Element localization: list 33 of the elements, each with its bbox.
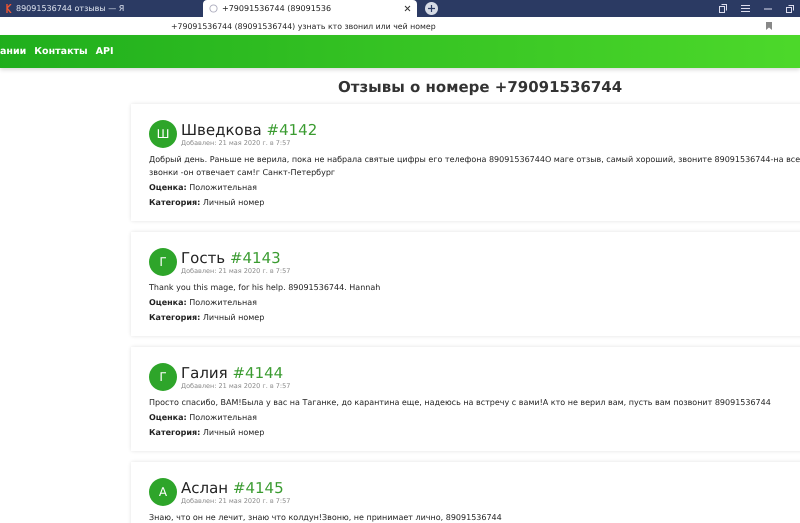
bookmark-icon[interactable] xyxy=(766,22,772,30)
browser-tab[interactable]: +79091536744 (89091536 xyxy=(203,0,417,17)
restore-icon[interactable] xyxy=(786,4,794,12)
nav-link[interactable]: Контакты xyxy=(34,46,88,57)
nav-link[interactable]: ании xyxy=(0,46,26,57)
avatar: Г xyxy=(149,363,177,391)
review-title: Аслан #4145 xyxy=(181,480,285,496)
review-text: Добрый день. Раньше не верила, пока не набрала святые цифры его телефона 89091536744О маге отзыв, самый хороший, звоните 89091536744-на все звонки -он отвечает сам!г Санкт-Петербург xyxy=(149,154,800,179)
review-rating: Оценка: Положительная xyxy=(149,182,258,194)
minimize-icon[interactable] xyxy=(764,8,772,10)
review-rating: Оценка: Положительная xyxy=(149,297,258,309)
review-category: Категория: Личный номер xyxy=(149,197,266,209)
review-title: Шведкова #4142 xyxy=(181,122,318,138)
review-text: Знаю, что он не лечит, знаю что колдун!Звоню, не принимает лично, 89091536744 xyxy=(149,512,503,523)
nav-link[interactable]: API xyxy=(96,46,114,57)
avatar: Г xyxy=(149,248,177,276)
review-category: Категория: Личный номер xyxy=(149,427,266,439)
plus-icon xyxy=(428,5,435,12)
globe-icon xyxy=(209,4,218,13)
copy-icon[interactable] xyxy=(719,4,727,13)
new-tab-button[interactable] xyxy=(425,2,438,15)
review-rating: Оценка: Положительная xyxy=(149,412,258,424)
close-icon[interactable] xyxy=(404,5,411,12)
review-category: Категория: Личный номер xyxy=(149,312,266,324)
letter-logo-icon xyxy=(6,4,12,13)
avatar: А xyxy=(149,478,177,506)
avatar: Ш xyxy=(149,120,177,148)
review-text: Просто спасибо, ВАМ!Была у вас на Таганке, до карантина еще, надеюсь на встречу с вами!А кто не верил вам, пусть вам позвонит 89091536744 xyxy=(149,397,772,409)
menu-icon[interactable] xyxy=(741,5,750,12)
review-title: Гость #4143 xyxy=(181,250,282,266)
review-text: Thank you this mage, for his help. 89091536744. Hannah xyxy=(149,282,382,294)
review-title: Галия #4144 xyxy=(181,364,284,382)
page-heading: Отзывы о номере +79091536744 xyxy=(337,78,624,96)
